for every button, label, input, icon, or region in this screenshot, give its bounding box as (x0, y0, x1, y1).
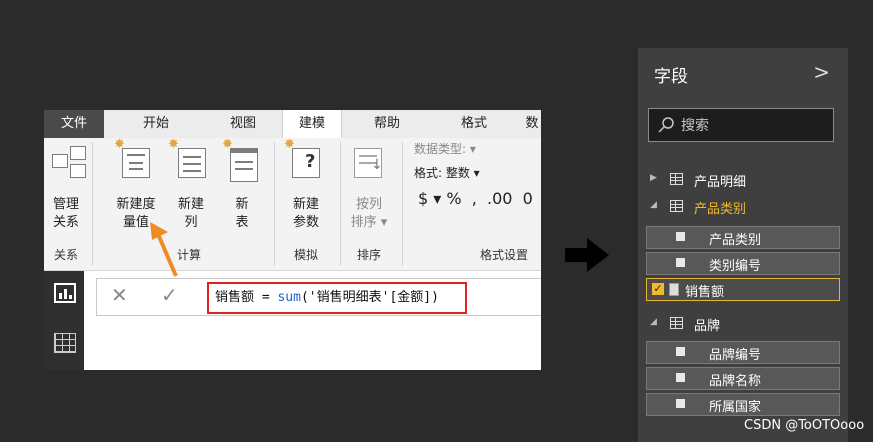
table-icon (670, 317, 683, 329)
table-icon (670, 200, 683, 212)
view-rail (44, 271, 84, 370)
collapse-triangle-icon: ◢ (650, 200, 657, 210)
group-divider (274, 142, 275, 266)
field-item[interactable]: 品牌名称 (646, 367, 840, 390)
powerbi-ribbon-window: 文件 开始 视图 建模 帮助 格式 数 管理 关系 关系 ✸ 新建度 量值 ✸ … (44, 110, 541, 370)
group-divider (92, 142, 93, 266)
tab-format[interactable]: 格式 (444, 110, 504, 138)
measure-calculator-icon (669, 283, 679, 296)
checkbox[interactable] (676, 258, 685, 267)
search-field[interactable]: 搜索 (648, 108, 834, 142)
field-label: 销售额 (685, 285, 725, 300)
new-table-icon (230, 148, 258, 182)
table-name: 产品明细 (694, 175, 747, 190)
ribbon-tabbar: 文件 开始 视图 建模 帮助 格式 数 (44, 110, 541, 138)
data-view-icon[interactable] (54, 333, 76, 353)
search-placeholder: 搜索 (681, 118, 709, 134)
group-divider (402, 142, 403, 266)
cancel-formula-button[interactable]: ✕ (111, 283, 128, 307)
formula-prefix: 销售额 = (215, 290, 278, 305)
callout-arrow-icon (150, 222, 178, 277)
tab-help[interactable]: 帮助 (356, 110, 418, 138)
data-type-dropdown[interactable]: 数据类型: ▾ (414, 140, 476, 158)
watermark: CSDN @ToOTOooo (744, 418, 865, 433)
report-view-icon[interactable] (54, 283, 76, 303)
collapse-triangle-icon: ◢ (650, 317, 657, 327)
checkbox[interactable] (676, 373, 685, 382)
new-parameter-icon: ? (292, 148, 320, 178)
field-label: 产品类别 (709, 233, 762, 248)
table-node-product-detail[interactable]: ▶ 产品明细 (638, 167, 848, 191)
formula-args: ('销售明细表'[金额]) (300, 290, 439, 305)
commit-formula-button[interactable]: ✓ (161, 283, 178, 307)
group-divider (340, 142, 341, 266)
table-node-brand[interactable]: ◢ 品牌 (638, 311, 848, 335)
format-dropdown[interactable]: 格式: 整数 ▾ (414, 164, 480, 182)
field-item[interactable]: 所属国家 (646, 393, 840, 416)
field-item[interactable]: 类别编号 (646, 252, 840, 275)
checkbox[interactable] (676, 347, 685, 356)
pane-title: 字段 (654, 67, 688, 87)
field-label: 品牌编号 (709, 348, 762, 363)
tab-home[interactable]: 开始 (122, 110, 190, 138)
expand-triangle-icon: ▶ (650, 173, 657, 183)
new-table-button[interactable]: 新 表 (222, 196, 262, 232)
sort-by-column-button[interactable]: 按列 排序 ▾ (344, 196, 394, 232)
new-parameter-button[interactable]: 新建 参数 (282, 196, 330, 232)
manage-relationships-icon (52, 146, 86, 180)
checkbox[interactable] (676, 399, 685, 408)
formula-function: sum (277, 290, 301, 305)
group-label-format: 格式设置 (479, 248, 528, 262)
field-label: 类别编号 (709, 259, 762, 274)
arrow-right-icon (565, 238, 609, 272)
number-format-buttons[interactable]: $ ▾ % , .00 0 (418, 190, 533, 208)
checkbox[interactable] (676, 232, 685, 241)
new-column-icon (178, 148, 206, 178)
tab-data-cut[interactable]: 数 (520, 110, 541, 138)
tab-file[interactable]: 文件 (44, 110, 104, 138)
sort-by-column-icon: ↓ (354, 148, 383, 178)
ribbon-body: 管理 关系 关系 ✸ 新建度 量值 ✸ 新建 列 ✸ 新 表 计算 ✸ ? 新建… (44, 138, 541, 271)
collapse-pane-chevron-icon[interactable]: > (813, 60, 830, 84)
field-item[interactable]: 品牌编号 (646, 341, 840, 364)
field-label: 品牌名称 (709, 374, 762, 389)
tab-modeling[interactable]: 建模 (282, 110, 342, 138)
table-node-product-category[interactable]: ◢ 产品类别 (638, 194, 848, 218)
table-name: 产品类别 (694, 202, 747, 217)
formula-highlight-box[interactable]: 销售额 = sum('销售明细表'[金额]) (207, 282, 467, 314)
formula-input[interactable]: 销售额 = sum('销售明细表'[金额]) (215, 284, 439, 312)
table-icon (670, 173, 683, 185)
tab-view[interactable]: 视图 (212, 110, 274, 138)
field-item-selected[interactable]: ✓ 销售额 (646, 278, 840, 301)
checked-checkbox-icon[interactable]: ✓ (652, 283, 664, 295)
group-label-sort: 排序 (356, 248, 381, 262)
field-label: 所属国家 (709, 400, 762, 415)
group-label-calc: 计算 (176, 248, 201, 262)
fields-pane: 字段 > 搜索 ▶ 产品明细 ◢ 产品类别 产品类别 类别编号 ✓ 销售额 ◢ … (638, 48, 848, 442)
field-item[interactable]: 产品类别 (646, 226, 840, 249)
formula-bar: ✕ ✓ 销售额 = sum('销售明细表'[金额]) (96, 278, 541, 316)
manage-relationships-button[interactable]: 管理 关系 (46, 196, 86, 232)
calculator-icon (122, 148, 150, 178)
group-label-relation: 关系 (53, 248, 78, 262)
group-label-whatif: 模拟 (293, 248, 318, 262)
search-icon (658, 117, 674, 133)
table-name: 品牌 (694, 319, 721, 334)
